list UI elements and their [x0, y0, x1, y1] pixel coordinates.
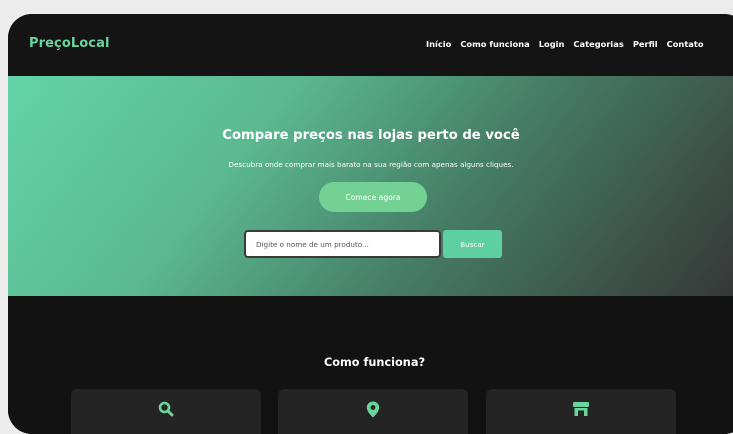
hero-subtitle: Descubra onde comprar mais barato na sua…: [228, 160, 514, 169]
feature-card-search: [71, 389, 261, 434]
nav-link-como-funciona[interactable]: Como funciona: [460, 39, 529, 49]
get-started-button[interactable]: Comece agora: [319, 182, 427, 212]
search-icon: [158, 401, 174, 421]
nav-link-login[interactable]: Login: [539, 39, 565, 49]
navbar: PreçoLocal Início Como funciona Login Ca…: [8, 14, 733, 76]
feature-card-location: [278, 389, 468, 434]
hero-section: Compare preços nas lojas perto de você D…: [8, 76, 733, 296]
how-it-works-section: Como funciona?: [8, 296, 733, 434]
nav-link-contato[interactable]: Contato: [667, 39, 704, 49]
nav-links: Início Como funciona Login Categorias Pe…: [426, 39, 704, 49]
product-search-input[interactable]: [244, 230, 441, 258]
feature-card-store: [486, 389, 676, 434]
how-it-works-title: Como funciona?: [323, 356, 426, 369]
nav-link-inicio[interactable]: Início: [426, 39, 451, 49]
app-window: PreçoLocal Início Como funciona Login Ca…: [8, 14, 733, 434]
nav-link-perfil[interactable]: Perfil: [633, 39, 658, 49]
map-pin-icon: [366, 401, 380, 422]
brand-logo[interactable]: PreçoLocal: [29, 36, 110, 51]
nav-link-categorias[interactable]: Categorias: [573, 39, 623, 49]
hero-title: Compare preços nas lojas perto de você: [222, 128, 520, 143]
store-icon: [572, 401, 590, 421]
search-button[interactable]: Buscar: [443, 230, 502, 258]
